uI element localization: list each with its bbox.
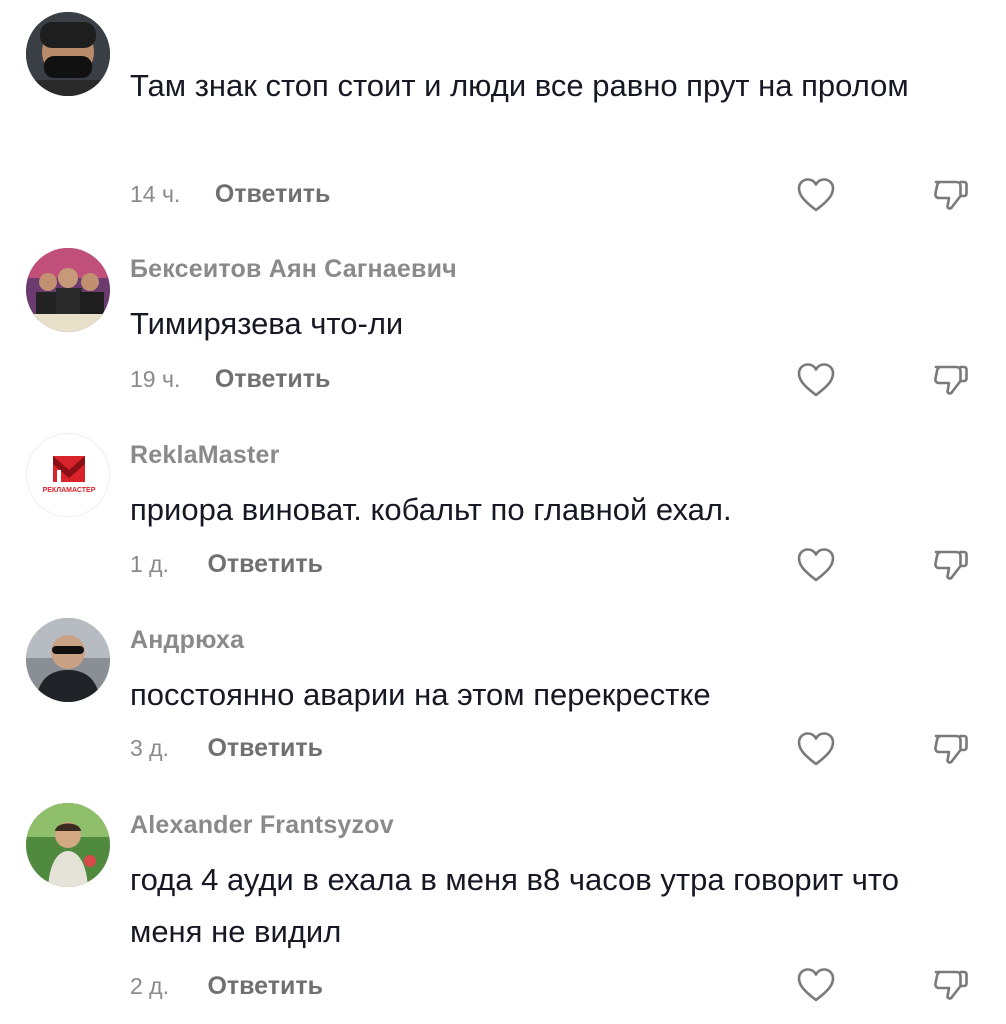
thumbs-down-icon[interactable] bbox=[930, 176, 970, 216]
reply-button[interactable]: Ответить bbox=[207, 550, 323, 579]
comment-text: приора виноват. кобальт по главной ехал. bbox=[130, 492, 732, 527]
comment-timestamp: 3 д. bbox=[130, 735, 169, 761]
comment-timestamp: 14 ч. bbox=[130, 181, 181, 207]
comment-author[interactable]: Alexander Frantsyzov bbox=[130, 811, 394, 840]
comment-text: Там знак стоп стоит и люди все равно пру… bbox=[130, 68, 909, 103]
comment-text: года 4 ауди в ехала в меня в8 часов утра… bbox=[130, 862, 900, 949]
avatar[interactable] bbox=[26, 248, 110, 332]
reply-button[interactable]: Ответить bbox=[215, 180, 331, 209]
comment-timestamp: 19 ч. bbox=[130, 366, 181, 392]
thumbs-down-icon[interactable] bbox=[930, 730, 970, 770]
reply-button[interactable]: Ответить bbox=[207, 734, 323, 763]
avatar[interactable]: РЕКЛАМАСТЕР bbox=[26, 433, 110, 517]
comment-author[interactable]: Андрюха bbox=[130, 626, 244, 655]
comment-text: Тимирязева что-ли bbox=[130, 306, 404, 341]
heart-icon[interactable] bbox=[796, 966, 836, 1006]
comment-author[interactable]: ReklaMaster bbox=[130, 441, 280, 470]
comment-author[interactable]: Бексеитов Аян Сагнаевич bbox=[130, 255, 457, 284]
comment-text: посстоянно аварии на этом перекрестке bbox=[130, 677, 711, 712]
heart-icon[interactable] bbox=[796, 176, 836, 216]
comment-timestamp: 2 д. bbox=[130, 973, 169, 999]
reply-button[interactable]: Ответить bbox=[207, 972, 323, 1001]
heart-icon[interactable] bbox=[796, 546, 836, 586]
heart-icon[interactable] bbox=[796, 361, 836, 401]
heart-icon[interactable] bbox=[796, 730, 836, 770]
avatar[interactable] bbox=[26, 12, 110, 96]
logo-caption: РЕКЛАМАСТЕР bbox=[43, 487, 96, 494]
thumbs-down-icon[interactable] bbox=[930, 361, 970, 401]
avatar[interactable] bbox=[26, 618, 110, 702]
avatar[interactable] bbox=[26, 803, 110, 887]
thumbs-down-icon[interactable] bbox=[930, 546, 970, 586]
thumbs-down-icon[interactable] bbox=[930, 966, 970, 1006]
reply-button[interactable]: Ответить bbox=[215, 365, 331, 394]
comment-timestamp: 1 д. bbox=[130, 551, 169, 577]
